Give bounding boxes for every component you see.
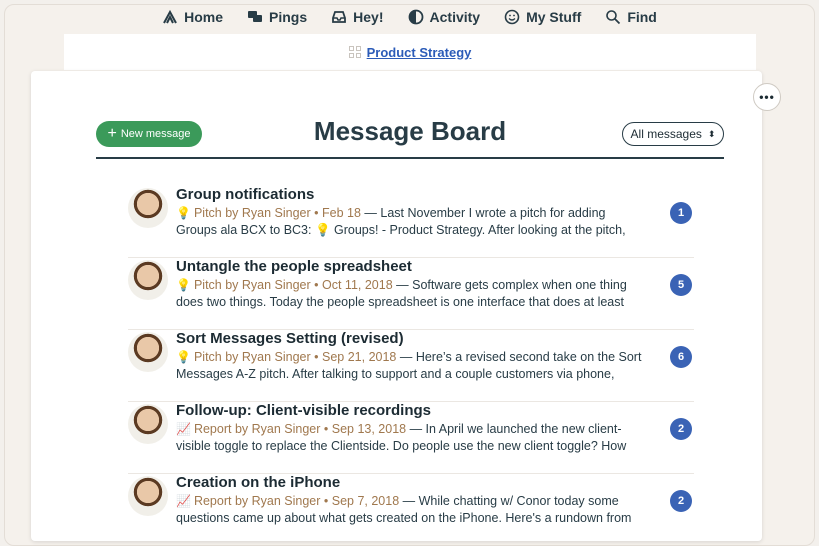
more-options-button[interactable]: ••• xyxy=(753,83,781,111)
message-excerpt-line2: does two things. Today the people spread… xyxy=(176,295,624,309)
message-title[interactable]: Follow-up: Client-visible recordings xyxy=(176,402,431,419)
project-link[interactable]: Product Strategy xyxy=(367,45,472,60)
message-meta: Report by Ryan Singer • Sep 13, 2018 xyxy=(193,422,407,436)
home-icon xyxy=(163,9,178,24)
message-excerpt-line2: visible toggle to replace the Clientside… xyxy=(176,439,627,453)
list-item[interactable]: Untangle the people spreadsheet 💡 Pitch b… xyxy=(128,258,694,330)
nav-pings-label: Pings xyxy=(269,9,308,25)
new-message-label: New message xyxy=(120,128,191,140)
page-title: Message Board xyxy=(313,116,507,146)
nav-mystuff-label: My Stuff xyxy=(526,9,582,25)
message-excerpt: — Last November I wrote a pitch for addi… xyxy=(360,206,606,220)
filter-label: All messages xyxy=(630,127,702,141)
chevron-updown-icon: ⬍ xyxy=(707,128,716,139)
nav-home-label: Home xyxy=(184,9,224,25)
list-item[interactable]: Follow-up: Client-visible recordings 📈 Re… xyxy=(128,402,694,474)
hey-icon xyxy=(332,11,347,23)
nav-hey[interactable]: Hey! xyxy=(331,9,384,25)
message-excerpt-line2: Messages A-Z pitch. After talking to sup… xyxy=(176,367,615,381)
nav-find-label: Find xyxy=(627,9,657,25)
top-navigation: Home Pings Hey! Activity My Stuff Find xyxy=(0,0,819,34)
message-title[interactable]: Sort Messages Setting (revised) xyxy=(176,330,404,347)
mystuff-icon xyxy=(504,9,520,25)
message-excerpt-line1: 💡 Pitch by Ryan Singer • Sep 21, 2018 — H… xyxy=(176,350,641,364)
message-title[interactable]: Creation on the iPhone xyxy=(176,474,340,491)
chart-icon: 📈 xyxy=(176,494,191,508)
pings-icon xyxy=(248,11,263,22)
message-excerpt: — In April we launched the new client- xyxy=(406,422,622,436)
activity-icon xyxy=(408,9,423,25)
message-excerpt-line1: 💡 Pitch by Ryan Singer • Oct 11, 2018 — S… xyxy=(176,278,627,292)
avatar xyxy=(128,188,168,228)
project-breadcrumb: Product Strategy xyxy=(64,34,756,70)
message-excerpt: — Software gets complex when one thing xyxy=(392,278,627,292)
nav-find[interactable]: Find xyxy=(605,9,657,25)
message-meta: Pitch by Ryan Singer • Sep 21, 2018 xyxy=(193,350,397,364)
nav-pings[interactable]: Pings xyxy=(247,9,307,25)
message-list: Group notifications 💡 Pitch by Ryan Singe… xyxy=(128,186,694,545)
message-filter-select[interactable]: All messages ⬍ xyxy=(622,122,724,146)
message-meta: Report by Ryan Singer • Sep 7, 2018 xyxy=(193,494,400,508)
project-grid-icon xyxy=(348,46,361,58)
nav-home[interactable]: Home xyxy=(162,9,223,25)
message-excerpt: — Here’s a revised second take on the So… xyxy=(396,350,642,364)
message-meta: Pitch by Ryan Singer • Feb 18 xyxy=(193,206,361,220)
avatar xyxy=(128,404,168,444)
lightbulb-icon: 💡 xyxy=(176,350,191,364)
list-item[interactable]: Creation on the iPhone 📈 Report by Ryan S… xyxy=(128,474,694,545)
message-excerpt-line1: 📈 Report by Ryan Singer • Sep 7, 2018 — W… xyxy=(176,494,619,508)
nav-mystuff[interactable]: My Stuff xyxy=(504,9,581,25)
list-item[interactable]: Group notifications 💡 Pitch by Ryan Singe… xyxy=(128,186,694,258)
plus-icon: + xyxy=(107,125,117,142)
nav-activity[interactable]: Activity xyxy=(408,9,481,25)
comment-count-badge: 2 xyxy=(670,418,692,440)
avatar xyxy=(128,332,168,372)
comment-count-badge: 5 xyxy=(670,274,692,296)
message-excerpt-line1: 📈 Report by Ryan Singer • Sep 13, 2018 — … xyxy=(176,422,622,436)
avatar xyxy=(128,476,168,516)
title-divider xyxy=(96,157,724,159)
comment-count-badge: 6 xyxy=(670,346,692,368)
nav-hey-label: Hey! xyxy=(353,9,384,25)
message-excerpt-line1: 💡 Pitch by Ryan Singer • Feb 18 — Last No… xyxy=(176,206,605,220)
lightbulb-icon: 💡 xyxy=(176,278,191,292)
new-message-button[interactable]: + New message xyxy=(96,121,202,147)
message-title[interactable]: Group notifications xyxy=(176,186,314,203)
comment-count-badge: 2 xyxy=(670,490,692,512)
message-excerpt-line2: questions came up about what gets create… xyxy=(176,511,632,525)
nav-activity-label: Activity xyxy=(429,9,481,25)
message-excerpt-line2: Groups ala BCX to BC3: 💡 Groups! - Produ… xyxy=(176,223,626,237)
chart-icon: 📈 xyxy=(176,422,191,436)
avatar xyxy=(128,260,168,300)
message-meta: Pitch by Ryan Singer • Oct 11, 2018 xyxy=(193,278,393,292)
lightbulb-icon: 💡 xyxy=(176,206,191,220)
search-icon xyxy=(606,10,621,25)
list-item[interactable]: Sort Messages Setting (revised) 💡 Pitch b… xyxy=(128,330,694,402)
message-excerpt: — While chatting w/ Conor today some xyxy=(399,494,619,508)
message-title[interactable]: Untangle the people spreadsheet xyxy=(176,258,412,275)
comment-count-badge: 1 xyxy=(670,202,692,224)
